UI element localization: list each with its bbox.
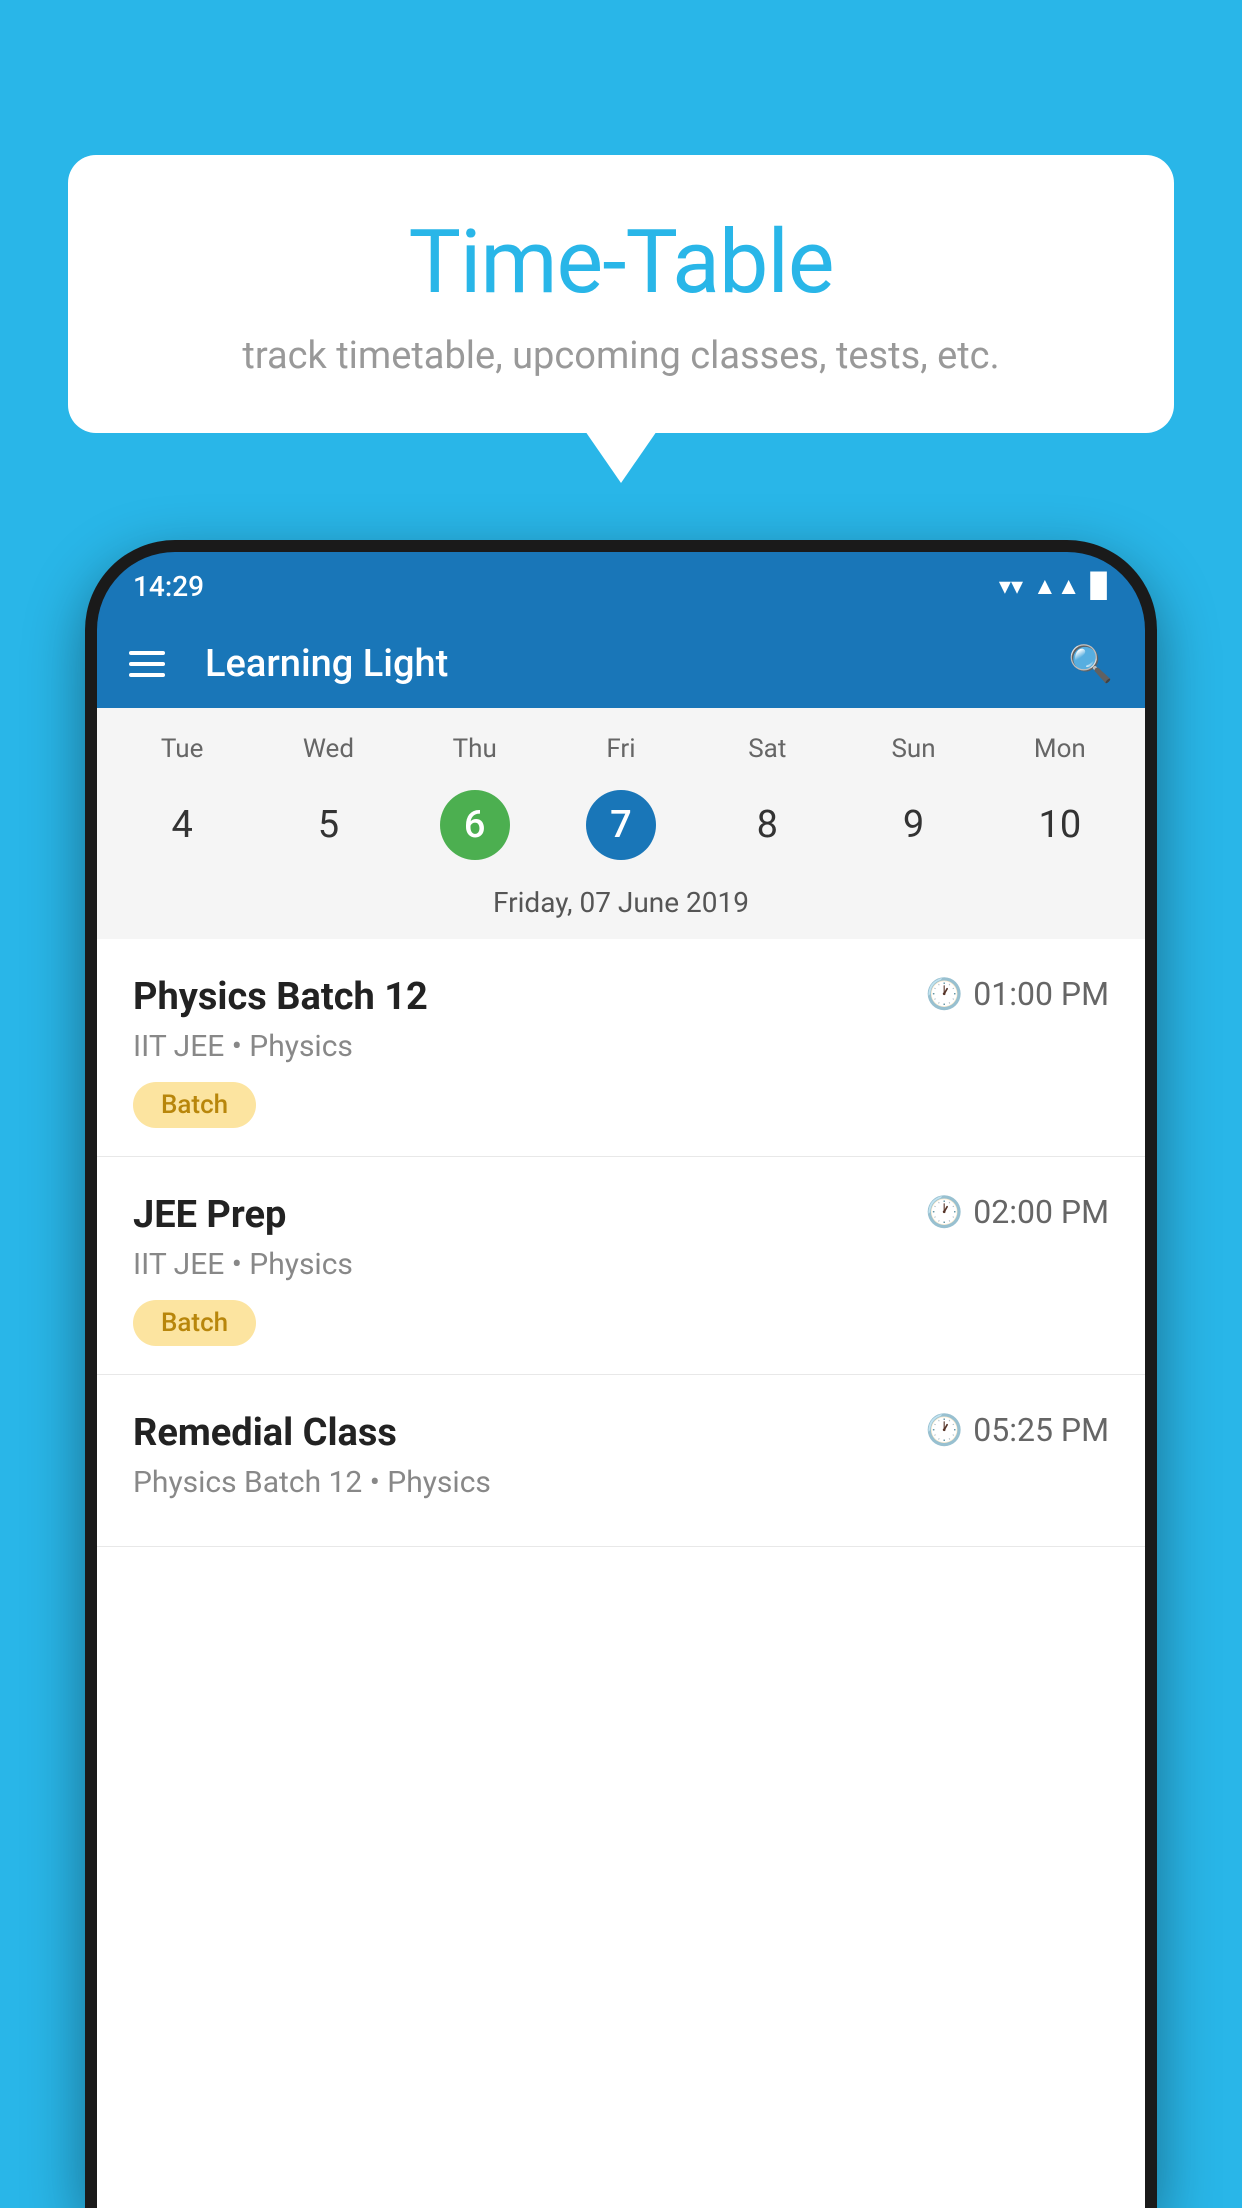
date-number-10: 10 [1025, 790, 1095, 860]
selected-date-label: Friday, 07 June 2019 [97, 870, 1145, 939]
day-sat: Sat [694, 726, 840, 772]
status-time: 14:29 [133, 570, 204, 603]
class-time-3: 🕐 05:25 PM [926, 1411, 1109, 1449]
class-time-1: 🕐 01:00 PM [926, 975, 1109, 1013]
wifi-icon: ▾▾ [999, 572, 1023, 600]
class-sub-1: IIT JEE • Physics [133, 1029, 1109, 1064]
date-number-8: 8 [732, 790, 802, 860]
card-top-row-3: Remedial Class 🕐 05:25 PM [133, 1411, 1109, 1455]
day-thu: Thu [402, 726, 548, 772]
day-tue: Tue [109, 726, 255, 772]
date-4[interactable]: 4 [109, 780, 255, 870]
phone-screen: 14:29 ▾▾ ▲▲ ▉ Learning Light 🔍 Tue [97, 552, 1145, 2208]
hamburger-menu-button[interactable] [129, 651, 165, 677]
date-6[interactable]: 6 [402, 780, 548, 870]
date-number-4: 4 [147, 790, 217, 860]
day-mon: Mon [987, 726, 1133, 772]
app-bar: Learning Light 🔍 [97, 620, 1145, 708]
class-card-remedial[interactable]: Remedial Class 🕐 05:25 PM Physics Batch … [97, 1375, 1145, 1547]
day-wed: Wed [255, 726, 401, 772]
class-name-2: JEE Prep [133, 1193, 910, 1237]
class-sub-2: IIT JEE • Physics [133, 1247, 1109, 1282]
clock-icon-3: 🕐 [926, 1413, 963, 1448]
class-time-2: 🕐 02:00 PM [926, 1193, 1109, 1231]
date-number-7-selected: 7 [586, 790, 656, 860]
date-number-6-today: 6 [440, 790, 510, 860]
tooltip-subtitle: track timetable, upcoming classes, tests… [118, 334, 1124, 378]
date-number-5: 5 [293, 790, 363, 860]
status-bar: 14:29 ▾▾ ▲▲ ▉ [97, 552, 1145, 620]
calendar-section: Tue Wed Thu Fri Sat Sun Mon 4 5 [97, 708, 1145, 939]
batch-tag-1: Batch [133, 1082, 256, 1128]
class-card-jee-prep[interactable]: JEE Prep 🕐 02:00 PM IIT JEE • Physics Ba… [97, 1157, 1145, 1375]
day-headers: Tue Wed Thu Fri Sat Sun Mon [97, 726, 1145, 772]
battery-icon: ▉ [1091, 572, 1109, 600]
date-5[interactable]: 5 [255, 780, 401, 870]
date-9[interactable]: 9 [840, 780, 986, 870]
app-title: Learning Light [205, 642, 1038, 686]
clock-icon-2: 🕐 [926, 1195, 963, 1230]
date-10[interactable]: 10 [987, 780, 1133, 870]
tooltip-card: Time-Table track timetable, upcoming cla… [68, 155, 1174, 433]
clock-icon-1: 🕐 [926, 977, 963, 1012]
search-button[interactable]: 🔍 [1068, 643, 1113, 685]
screen-content: Tue Wed Thu Fri Sat Sun Mon 4 5 [97, 708, 1145, 2208]
day-fri: Fri [548, 726, 694, 772]
class-name-3: Remedial Class [133, 1411, 910, 1455]
class-sub-3: Physics Batch 12 • Physics [133, 1465, 1109, 1500]
batch-tag-2: Batch [133, 1300, 256, 1346]
card-top-row-2: JEE Prep 🕐 02:00 PM [133, 1193, 1109, 1237]
date-row: 4 5 6 7 8 9 [97, 780, 1145, 870]
card-top-row-1: Physics Batch 12 🕐 01:00 PM [133, 975, 1109, 1019]
class-name-1: Physics Batch 12 [133, 975, 910, 1019]
date-8[interactable]: 8 [694, 780, 840, 870]
tooltip-title: Time-Table [118, 215, 1124, 312]
class-card-physics-batch[interactable]: Physics Batch 12 🕐 01:00 PM IIT JEE • Ph… [97, 939, 1145, 1157]
date-number-9: 9 [879, 790, 949, 860]
day-sun: Sun [840, 726, 986, 772]
phone-frame: 14:29 ▾▾ ▲▲ ▉ Learning Light 🔍 Tue [85, 540, 1157, 2208]
status-icons: ▾▾ ▲▲ ▉ [999, 572, 1109, 601]
cards-container: Physics Batch 12 🕐 01:00 PM IIT JEE • Ph… [97, 939, 1145, 1547]
signal-icon: ▲▲ [1033, 572, 1081, 601]
date-7[interactable]: 7 [548, 780, 694, 870]
